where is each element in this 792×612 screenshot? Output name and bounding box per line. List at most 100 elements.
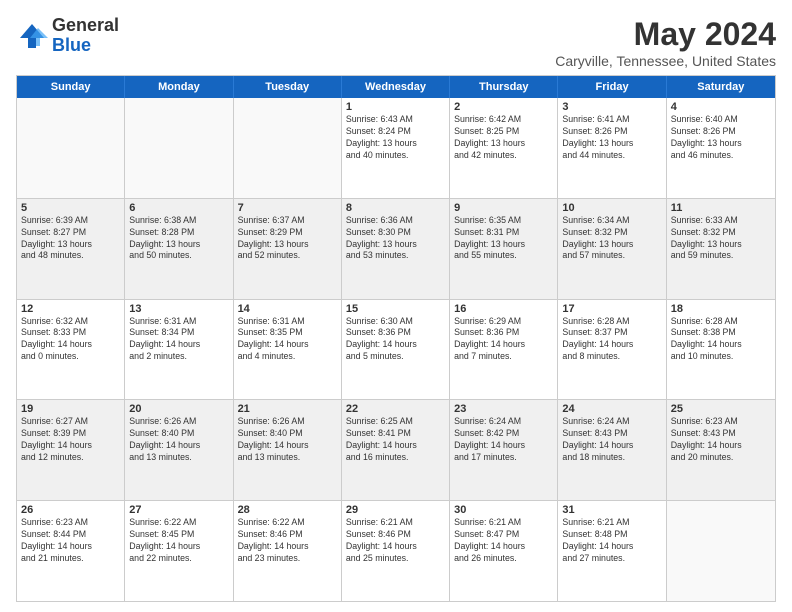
calendar-header: SundayMondayTuesdayWednesdayThursdayFrid…: [17, 76, 775, 98]
day-info: Sunrise: 6:22 AM Sunset: 8:46 PM Dayligh…: [238, 517, 337, 565]
calendar-cell: 10Sunrise: 6:34 AM Sunset: 8:32 PM Dayli…: [558, 199, 666, 299]
day-number: 7: [238, 202, 337, 214]
day-number: 5: [21, 202, 120, 214]
day-number: 12: [21, 303, 120, 315]
day-number: 23: [454, 403, 553, 415]
calendar-cell: 3Sunrise: 6:41 AM Sunset: 8:26 PM Daylig…: [558, 98, 666, 198]
day-info: Sunrise: 6:31 AM Sunset: 8:35 PM Dayligh…: [238, 316, 337, 364]
day-info: Sunrise: 6:28 AM Sunset: 8:37 PM Dayligh…: [562, 316, 661, 364]
calendar-cell: 28Sunrise: 6:22 AM Sunset: 8:46 PM Dayli…: [234, 501, 342, 601]
header: General Blue May 2024 Caryville, Tenness…: [16, 16, 776, 69]
logo-text: General Blue: [52, 16, 119, 56]
day-number: 4: [671, 101, 771, 113]
calendar-cell: [667, 501, 775, 601]
day-number: 22: [346, 403, 445, 415]
day-info: Sunrise: 6:39 AM Sunset: 8:27 PM Dayligh…: [21, 215, 120, 263]
day-number: 11: [671, 202, 771, 214]
calendar-header-cell: Wednesday: [342, 76, 450, 98]
calendar-cell: 31Sunrise: 6:21 AM Sunset: 8:48 PM Dayli…: [558, 501, 666, 601]
day-info: Sunrise: 6:26 AM Sunset: 8:40 PM Dayligh…: [238, 416, 337, 464]
calendar-cell: 23Sunrise: 6:24 AM Sunset: 8:42 PM Dayli…: [450, 400, 558, 500]
calendar-cell: 14Sunrise: 6:31 AM Sunset: 8:35 PM Dayli…: [234, 300, 342, 400]
calendar-row: 12Sunrise: 6:32 AM Sunset: 8:33 PM Dayli…: [17, 300, 775, 401]
day-info: Sunrise: 6:22 AM Sunset: 8:45 PM Dayligh…: [129, 517, 228, 565]
subtitle: Caryville, Tennessee, United States: [555, 53, 776, 69]
day-number: 2: [454, 101, 553, 113]
calendar-cell: [234, 98, 342, 198]
day-number: 27: [129, 504, 228, 516]
day-number: 28: [238, 504, 337, 516]
calendar-cell: 2Sunrise: 6:42 AM Sunset: 8:25 PM Daylig…: [450, 98, 558, 198]
day-number: 20: [129, 403, 228, 415]
calendar-cell: 18Sunrise: 6:28 AM Sunset: 8:38 PM Dayli…: [667, 300, 775, 400]
calendar-row: 1Sunrise: 6:43 AM Sunset: 8:24 PM Daylig…: [17, 98, 775, 199]
day-info: Sunrise: 6:38 AM Sunset: 8:28 PM Dayligh…: [129, 215, 228, 263]
day-info: Sunrise: 6:24 AM Sunset: 8:43 PM Dayligh…: [562, 416, 661, 464]
day-info: Sunrise: 6:36 AM Sunset: 8:30 PM Dayligh…: [346, 215, 445, 263]
calendar-cell: 16Sunrise: 6:29 AM Sunset: 8:36 PM Dayli…: [450, 300, 558, 400]
day-info: Sunrise: 6:24 AM Sunset: 8:42 PM Dayligh…: [454, 416, 553, 464]
day-info: Sunrise: 6:30 AM Sunset: 8:36 PM Dayligh…: [346, 316, 445, 364]
day-number: 24: [562, 403, 661, 415]
calendar-cell: 25Sunrise: 6:23 AM Sunset: 8:43 PM Dayli…: [667, 400, 775, 500]
calendar-row: 26Sunrise: 6:23 AM Sunset: 8:44 PM Dayli…: [17, 501, 775, 601]
day-info: Sunrise: 6:33 AM Sunset: 8:32 PM Dayligh…: [671, 215, 771, 263]
calendar-cell: 21Sunrise: 6:26 AM Sunset: 8:40 PM Dayli…: [234, 400, 342, 500]
day-info: Sunrise: 6:43 AM Sunset: 8:24 PM Dayligh…: [346, 114, 445, 162]
calendar-cell: 15Sunrise: 6:30 AM Sunset: 8:36 PM Dayli…: [342, 300, 450, 400]
day-info: Sunrise: 6:21 AM Sunset: 8:46 PM Dayligh…: [346, 517, 445, 565]
day-number: 30: [454, 504, 553, 516]
calendar-cell: 13Sunrise: 6:31 AM Sunset: 8:34 PM Dayli…: [125, 300, 233, 400]
day-info: Sunrise: 6:40 AM Sunset: 8:26 PM Dayligh…: [671, 114, 771, 162]
day-number: 18: [671, 303, 771, 315]
day-info: Sunrise: 6:21 AM Sunset: 8:48 PM Dayligh…: [562, 517, 661, 565]
day-number: 25: [671, 403, 771, 415]
calendar-cell: 27Sunrise: 6:22 AM Sunset: 8:45 PM Dayli…: [125, 501, 233, 601]
day-number: 9: [454, 202, 553, 214]
calendar-cell: 29Sunrise: 6:21 AM Sunset: 8:46 PM Dayli…: [342, 501, 450, 601]
calendar-cell: 9Sunrise: 6:35 AM Sunset: 8:31 PM Daylig…: [450, 199, 558, 299]
day-info: Sunrise: 6:23 AM Sunset: 8:44 PM Dayligh…: [21, 517, 120, 565]
calendar-header-cell: Sunday: [17, 76, 125, 98]
calendar-cell: 17Sunrise: 6:28 AM Sunset: 8:37 PM Dayli…: [558, 300, 666, 400]
calendar-row: 19Sunrise: 6:27 AM Sunset: 8:39 PM Dayli…: [17, 400, 775, 501]
main-title: May 2024: [555, 16, 776, 53]
day-info: Sunrise: 6:26 AM Sunset: 8:40 PM Dayligh…: [129, 416, 228, 464]
calendar-body: 1Sunrise: 6:43 AM Sunset: 8:24 PM Daylig…: [17, 98, 775, 601]
calendar-cell: 20Sunrise: 6:26 AM Sunset: 8:40 PM Dayli…: [125, 400, 233, 500]
day-number: 16: [454, 303, 553, 315]
day-info: Sunrise: 6:31 AM Sunset: 8:34 PM Dayligh…: [129, 316, 228, 364]
calendar-cell: [17, 98, 125, 198]
calendar-cell: 1Sunrise: 6:43 AM Sunset: 8:24 PM Daylig…: [342, 98, 450, 198]
day-number: 19: [21, 403, 120, 415]
calendar-cell: [125, 98, 233, 198]
day-info: Sunrise: 6:27 AM Sunset: 8:39 PM Dayligh…: [21, 416, 120, 464]
day-info: Sunrise: 6:25 AM Sunset: 8:41 PM Dayligh…: [346, 416, 445, 464]
day-number: 10: [562, 202, 661, 214]
logo-blue: Blue: [52, 36, 119, 56]
day-info: Sunrise: 6:23 AM Sunset: 8:43 PM Dayligh…: [671, 416, 771, 464]
calendar-header-cell: Friday: [558, 76, 666, 98]
day-info: Sunrise: 6:28 AM Sunset: 8:38 PM Dayligh…: [671, 316, 771, 364]
day-number: 31: [562, 504, 661, 516]
day-number: 8: [346, 202, 445, 214]
day-number: 29: [346, 504, 445, 516]
day-number: 1: [346, 101, 445, 113]
calendar-cell: 30Sunrise: 6:21 AM Sunset: 8:47 PM Dayli…: [450, 501, 558, 601]
day-info: Sunrise: 6:35 AM Sunset: 8:31 PM Dayligh…: [454, 215, 553, 263]
day-number: 15: [346, 303, 445, 315]
day-info: Sunrise: 6:29 AM Sunset: 8:36 PM Dayligh…: [454, 316, 553, 364]
day-number: 26: [21, 504, 120, 516]
calendar-cell: 24Sunrise: 6:24 AM Sunset: 8:43 PM Dayli…: [558, 400, 666, 500]
calendar-cell: 19Sunrise: 6:27 AM Sunset: 8:39 PM Dayli…: [17, 400, 125, 500]
page: General Blue May 2024 Caryville, Tenness…: [0, 0, 792, 612]
day-info: Sunrise: 6:42 AM Sunset: 8:25 PM Dayligh…: [454, 114, 553, 162]
calendar-header-cell: Saturday: [667, 76, 775, 98]
day-info: Sunrise: 6:41 AM Sunset: 8:26 PM Dayligh…: [562, 114, 661, 162]
logo: General Blue: [16, 16, 119, 56]
calendar-header-cell: Thursday: [450, 76, 558, 98]
day-number: 6: [129, 202, 228, 214]
day-number: 13: [129, 303, 228, 315]
calendar-cell: 7Sunrise: 6:37 AM Sunset: 8:29 PM Daylig…: [234, 199, 342, 299]
day-number: 17: [562, 303, 661, 315]
